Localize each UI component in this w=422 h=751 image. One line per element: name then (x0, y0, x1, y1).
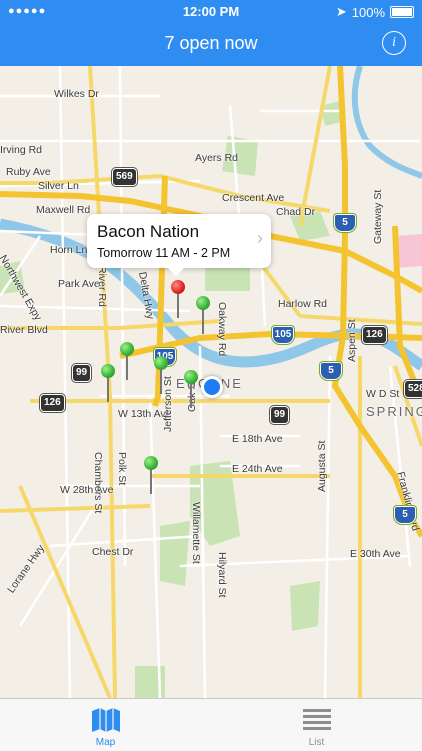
street-label: Gateway St (372, 189, 384, 244)
battery-icon (390, 6, 414, 18)
tab-map[interactable]: Map (0, 699, 211, 751)
page-title: 7 open now (164, 33, 258, 53)
location-pin[interactable] (196, 296, 210, 334)
street-label: Hilyard St (216, 552, 228, 598)
navigation-bar: 7 open now i (0, 22, 422, 66)
status-bar: ●●●●● 12:00 PM ➤ 100% (0, 0, 422, 22)
location-pin[interactable] (144, 456, 158, 494)
street-label: Ayers Rd (195, 152, 238, 164)
street-label: Willamette St (190, 502, 202, 564)
street-label: Chad Dr (276, 206, 316, 218)
location-callout[interactable]: Bacon Nation Tomorrow 11 AM - 2 PM › (87, 214, 271, 276)
street-label: Harlow Rd (278, 298, 328, 310)
street-label: River Rd (96, 266, 108, 307)
location-pin-selected[interactable] (171, 280, 185, 318)
street-label: Park Ave (58, 278, 100, 290)
street-label: River Blvd (0, 324, 48, 336)
highway-shield: 528 (404, 380, 422, 398)
tab-map-label: Map (95, 737, 116, 748)
location-pin[interactable] (120, 342, 134, 380)
street-label: Augusta St (316, 440, 328, 492)
street-label: E 18th Ave (232, 433, 283, 445)
street-label: Chambers St (92, 452, 104, 514)
list-icon (303, 709, 331, 730)
street-label: Silver Ln (38, 180, 79, 192)
map-icon (92, 708, 120, 732)
place-label: SPRINGFIELD (366, 404, 422, 419)
street-label: W 28th Ave (60, 484, 114, 496)
location-pin[interactable] (101, 364, 115, 402)
tab-list[interactable]: List (211, 699, 422, 751)
location-pin[interactable] (154, 356, 168, 394)
chevron-right-icon[interactable]: › (257, 228, 263, 249)
street-label: Oakway Rd (216, 302, 228, 357)
battery-label: 100% (351, 4, 385, 20)
street-label: Horn Ln (50, 244, 88, 256)
interstate-shield: 5 (394, 506, 416, 524)
highway-shield: 126 (40, 394, 65, 412)
interstate-shield: 105 (272, 326, 294, 344)
callout-hours: Tomorrow 11 AM - 2 PM (97, 246, 231, 260)
street-label: E 24th Ave (232, 463, 283, 475)
street-label: Jefferson St (162, 376, 174, 432)
interstate-shield: 5 (320, 362, 342, 380)
tab-list-label: List (308, 737, 325, 748)
location-arrow-icon: ➤ (335, 4, 347, 19)
highway-shield: 126 (362, 326, 387, 344)
location-pin[interactable] (184, 370, 198, 408)
map-view[interactable]: Wilkes Dr Irving Rd Ruby Ave Silver Ln M… (0, 66, 422, 698)
street-label: Wilkes Dr (54, 88, 99, 100)
street-label: Aspen St (346, 319, 358, 362)
interstate-shield: 5 (334, 214, 356, 232)
status-right: ➤ 100% (336, 4, 414, 20)
street-label: W D St (366, 388, 400, 400)
street-label: Crescent Ave (222, 192, 285, 204)
current-location-dot (201, 376, 223, 398)
street-label: Maxwell Rd (36, 204, 91, 216)
highway-shield: 569 (112, 168, 137, 186)
street-label: Polk St (116, 452, 128, 486)
street-label: Irving Rd (0, 144, 43, 156)
street-label: Chest Dr (92, 546, 134, 558)
street-label: E 30th Ave (350, 548, 401, 560)
callout-title: Bacon Nation (97, 222, 200, 241)
highway-shield: 99 (72, 364, 92, 382)
highway-shield: 99 (270, 406, 290, 424)
street-label: Ruby Ave (6, 166, 51, 178)
info-button[interactable]: i (382, 31, 406, 55)
tab-bar: Map List (0, 698, 422, 751)
